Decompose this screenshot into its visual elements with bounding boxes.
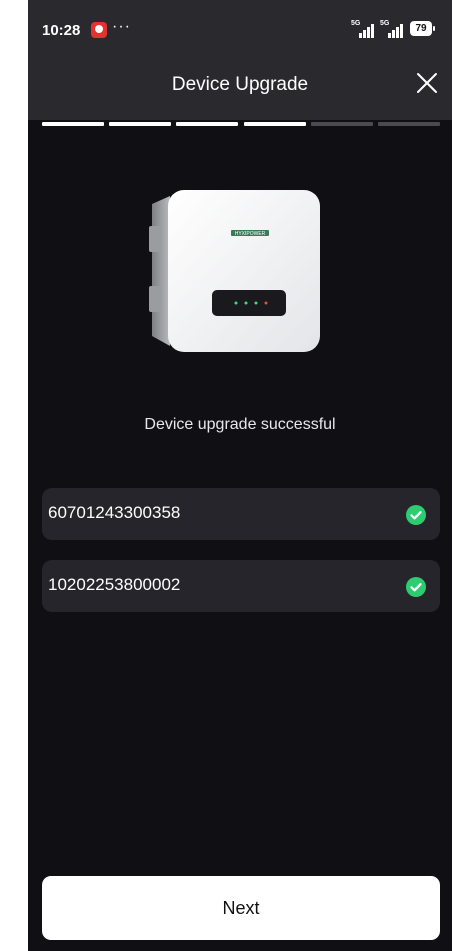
- progress-step-3: [176, 122, 239, 126]
- status-bar: 10:28 ··· 5G 5G 79: [28, 0, 452, 62]
- progress-step-5: [310, 122, 373, 126]
- cellular-signal-icon: 5G: [351, 20, 379, 38]
- network-type-label: 5G: [351, 20, 361, 27]
- inverter-device-image: HYXIPOWER: [149, 190, 320, 352]
- progress-step-1: [42, 122, 105, 126]
- device-serial-number: 60701243300358: [48, 503, 181, 522]
- header-bar: Device Upgrade: [28, 62, 452, 120]
- upgrade-status-message: Device upgrade successful: [144, 416, 336, 433]
- close-icon[interactable]: [414, 70, 440, 96]
- notification-icon: [91, 22, 107, 38]
- app-screen: 10:28 ··· 5G 5G 79 Device Upgrade HYXIPO…: [28, 0, 452, 951]
- progress-step-2: [109, 122, 172, 126]
- step-progress-bar: [42, 122, 440, 126]
- device-row-2: 10202253800002: [42, 560, 440, 612]
- page-title: Device Upgrade: [171, 74, 309, 95]
- battery-icon: 79: [410, 21, 435, 36]
- check-circle-icon-2: [406, 577, 426, 597]
- cellular-signal-icon-2: 5G: [380, 20, 408, 38]
- progress-step-6: [377, 122, 440, 126]
- device-logo: HYXIPOWER: [235, 231, 266, 237]
- status-time: 10:28: [42, 22, 81, 39]
- device-serial-number-2: 10202253800002: [48, 575, 181, 594]
- check-circle-icon: [406, 505, 426, 525]
- device-row: 60701243300358: [42, 488, 440, 540]
- progress-step-4: [243, 122, 306, 126]
- network-type-label-2: 5G: [380, 20, 390, 27]
- more-notifications-icon: ···: [112, 18, 131, 35]
- next-button[interactable]: Next: [42, 876, 440, 940]
